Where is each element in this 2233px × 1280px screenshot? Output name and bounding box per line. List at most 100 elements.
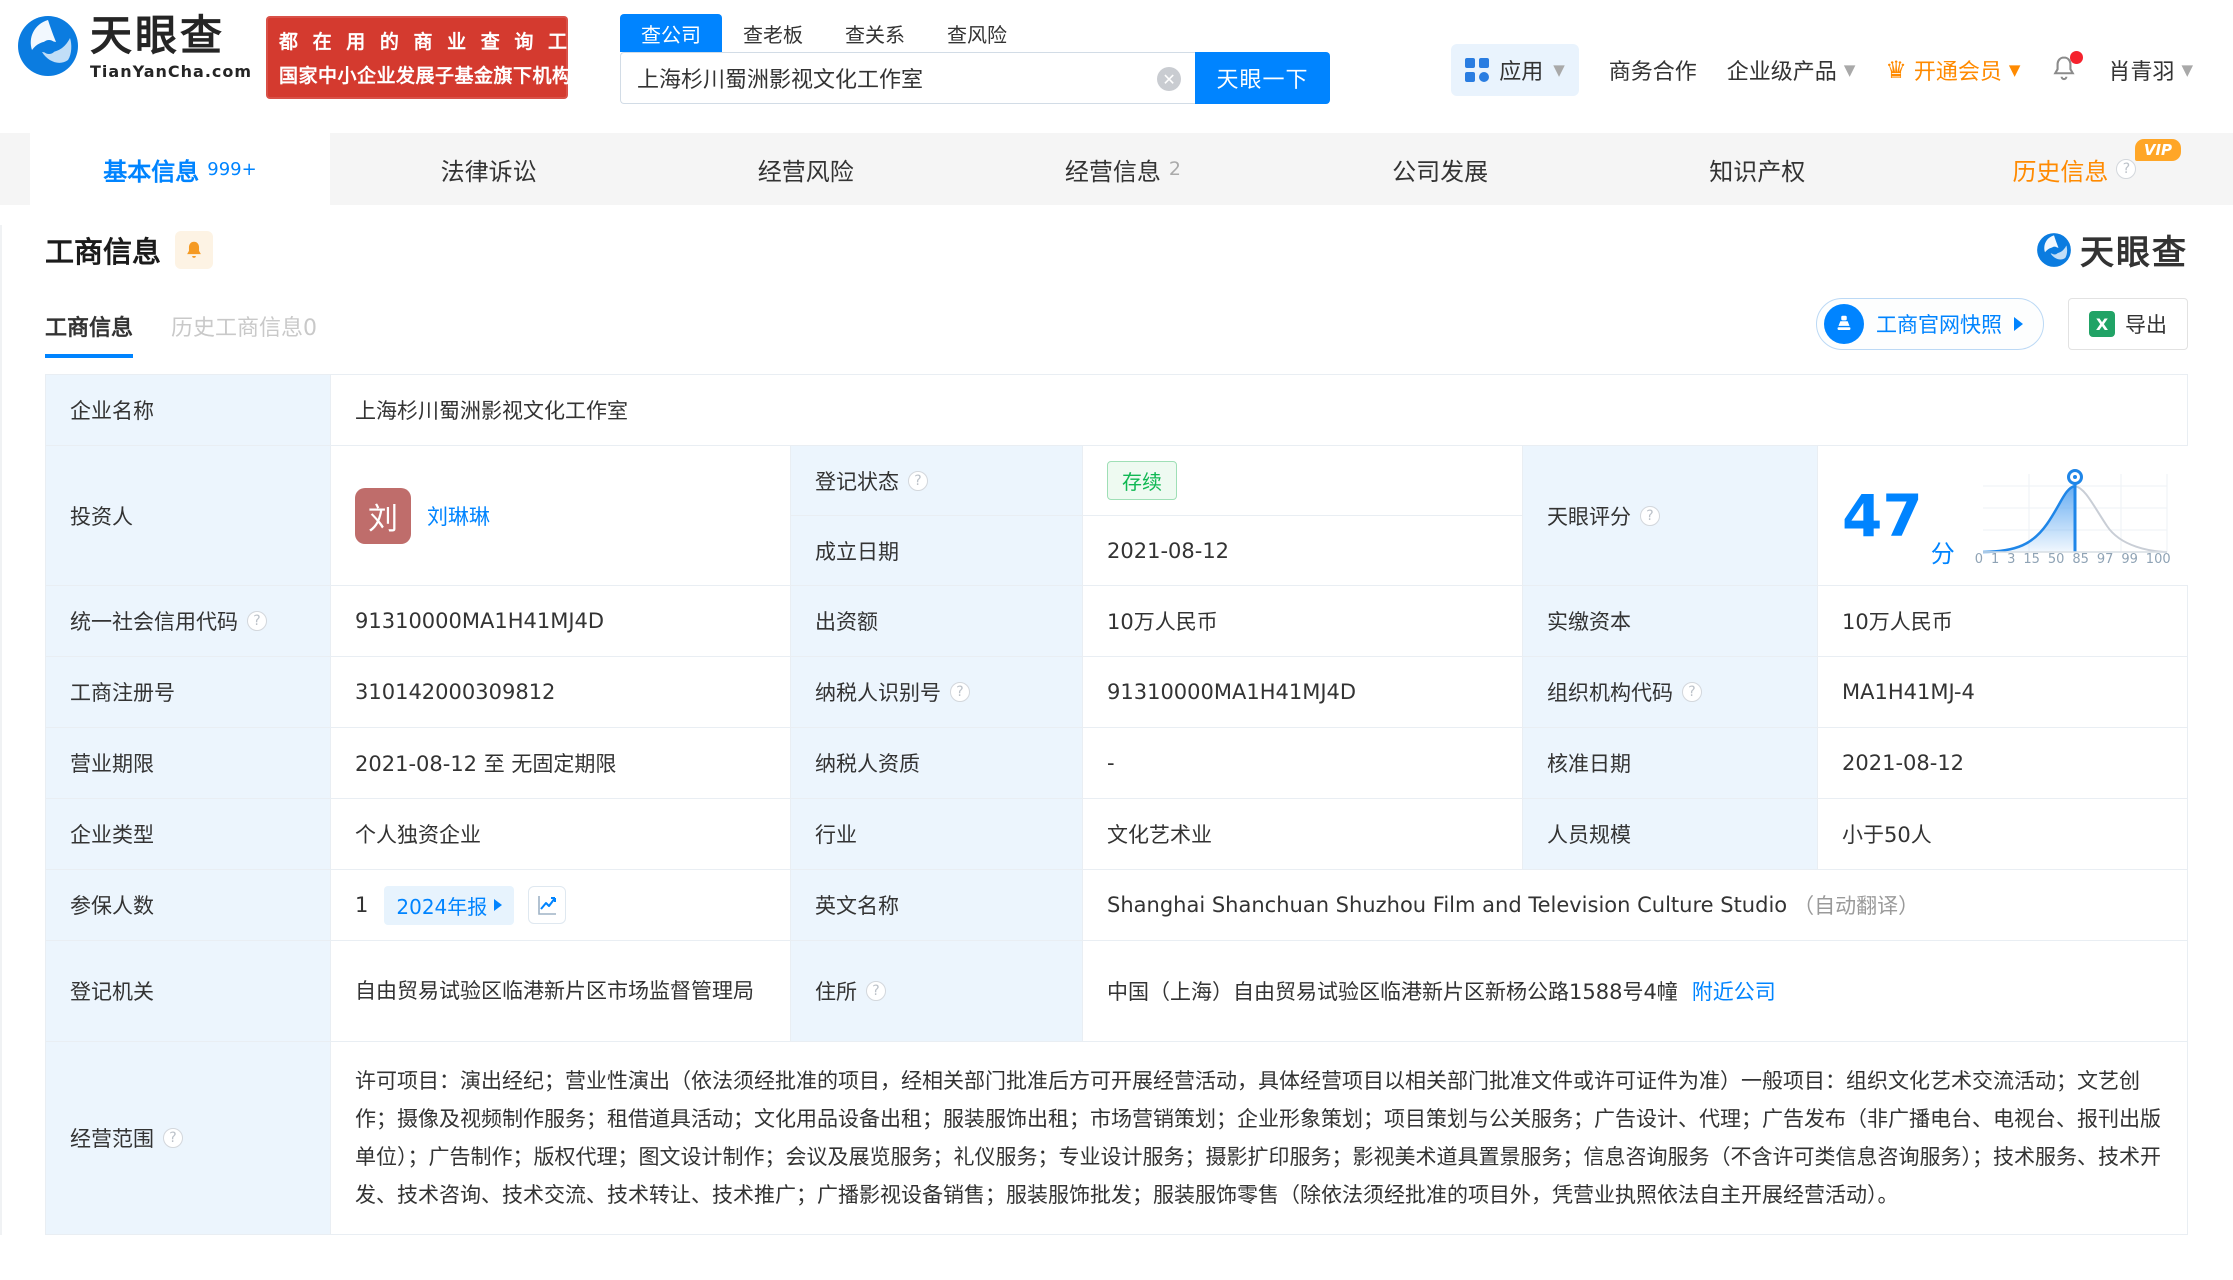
score-axis-ticks: 0 1 3 15 50 85 97 99 100: [1974, 552, 2171, 567]
notification-bell-icon[interactable]: [2050, 51, 2084, 86]
annual-report-badge[interactable]: 2024年报: [384, 885, 515, 925]
credit-code-value: 91310000MA1H41MJ4D: [331, 586, 791, 656]
field-label: 纳税人识别号 ?: [791, 657, 1083, 727]
capital-value: 10万人民币: [1083, 586, 1523, 656]
chevron-down-icon: ▼: [1553, 61, 1565, 79]
org-code-value: MA1H41MJ-4: [1818, 657, 2187, 727]
subtab-history-business-info[interactable]: 历史工商信息0: [171, 310, 317, 358]
address-cell: 中国（上海）自由贸易试验区临港新片区新杨公路1588号4幢 附近公司: [1083, 941, 2187, 1041]
help-icon[interactable]: ?: [163, 1128, 183, 1148]
table-row: 统一社会信用代码 ? 91310000MA1H41MJ4D 出资额 10万人民币…: [46, 586, 2187, 657]
insured-cell: 1 2024年报: [331, 870, 791, 940]
tianyancha-logo[interactable]: 天眼查 TianYanCha.com: [16, 14, 252, 82]
logo-domain: TianYanCha.com: [90, 62, 253, 81]
field-label: 投资人: [46, 446, 331, 585]
export-button[interactable]: X 导出: [2068, 298, 2188, 350]
tab-operation-info[interactable]: 经营信息 2: [964, 133, 1281, 205]
help-icon[interactable]: ?: [1682, 682, 1702, 702]
field-label: 行业: [791, 799, 1083, 869]
search-tabs: 查公司 查老板 查关系 查风险: [620, 14, 1330, 52]
nav-enterprise-products[interactable]: 企业级产品 ▼: [1727, 54, 1856, 86]
nearby-companies-link[interactable]: 附近公司: [1692, 976, 1776, 1006]
table-row: 参保人数 1 2024年报 英文名称 Shanghai Shanchuan Sh…: [46, 870, 2187, 941]
table-row: 营业期限 2021-08-12 至 无固定期限 纳税人资质 - 核准日期 202…: [46, 728, 2187, 799]
search-tab-company[interactable]: 查公司: [620, 14, 723, 52]
business-info-table: 企业名称 上海杉川蜀洲影视文化工作室 投资人 刘 刘琳琳 登记状态 ? 存续 成…: [45, 374, 2199, 1235]
help-icon[interactable]: ?: [908, 470, 928, 491]
help-icon[interactable]: ?: [247, 611, 267, 631]
reg-number-value: 310142000309812: [331, 657, 791, 727]
help-icon[interactable]: ?: [866, 981, 886, 1001]
score-cell: 47 分 0 1 3 15 50 85 97 99 100: [1818, 446, 2199, 585]
apps-grid-icon: [1465, 58, 1490, 82]
score-distribution-chart: 0 1 3 15 50 85 97 99 100: [1975, 464, 2175, 567]
tab-basic-info[interactable]: 基本信息 999+: [30, 133, 330, 205]
status-badge: 存续: [1107, 461, 1177, 500]
approval-date-value: 2021-08-12: [1818, 728, 2187, 798]
help-icon[interactable]: ?: [950, 682, 970, 702]
subtab-business-info[interactable]: 工商信息: [45, 310, 134, 358]
promo-line1: 都 在 用 的 商 业 查 询 工 具: [279, 31, 605, 53]
table-row: 工商注册号 310142000309812 纳税人识别号 ? 91310000M…: [46, 657, 2187, 728]
search-tab-relation[interactable]: 查关系: [824, 14, 926, 52]
field-label: 企业类型: [46, 799, 331, 869]
apps-menu[interactable]: 应用 ▼: [1451, 44, 1579, 96]
subscribe-bell-icon[interactable]: [175, 230, 214, 269]
tab-company-development[interactable]: 公司发展: [1282, 133, 1599, 205]
investor-cell: 刘 刘琳琳: [331, 446, 791, 585]
search-input[interactable]: [621, 53, 1196, 103]
table-row: 投资人 刘 刘琳琳 登记状态 ? 存续 成立日期 2021-08-12 天眼评分…: [46, 446, 2199, 586]
field-label: 登记状态 ?: [791, 446, 1083, 515]
header: 天眼查 TianYanCha.com 都 在 用 的 商 业 查 询 工 具 国…: [0, 0, 2233, 133]
official-snapshot-button[interactable]: 工商官网快照: [1816, 298, 2044, 350]
header-nav: 应用 ▼ 商务合作 企业级产品 ▼ ♛ 开通会员 ▼ 肖青羽 ▼: [1451, 44, 2193, 96]
tab-operation-risk[interactable]: 经营风险: [647, 133, 964, 205]
help-icon[interactable]: ?: [1640, 505, 1660, 526]
table-row: 登记机关 自由贸易试验区临港新片区市场监督管理局 住所 ? 中国（上海）自由贸易…: [46, 941, 2187, 1042]
tab-history-info[interactable]: VIP 历史信息 ?: [1916, 133, 2233, 205]
field-label: 企业名称: [46, 375, 331, 445]
tab-legal[interactable]: 法律诉讼: [330, 133, 647, 205]
nav-open-vip[interactable]: ♛ 开通会员 ▼: [1885, 54, 2020, 86]
field-label: 纳税人资质: [791, 728, 1083, 798]
tab-intellectual-property[interactable]: 知识产权: [1599, 133, 1916, 205]
establish-date-value: 2021-08-12: [1083, 516, 1522, 585]
field-label: 天眼评分 ?: [1523, 446, 1818, 585]
reg-authority-value: 自由贸易试验区临港新片区市场监督管理局: [331, 941, 791, 1041]
taxpayer-quality-value: -: [1083, 728, 1523, 798]
staff-size-value: 小于50人: [1818, 799, 2187, 869]
business-scope-text: 许可项目：演出经纪；营业性演出（依法须经批准的项目，经相关部门批准后方可开展经营…: [355, 1069, 2161, 1207]
chevron-down-icon: ▼: [2008, 61, 2021, 79]
field-label: 统一社会信用代码 ?: [46, 586, 331, 656]
search-tab-risk[interactable]: 查风险: [926, 14, 1028, 52]
company-tabbar: 基本信息 999+ 法律诉讼 经营风险 经营信息 2 公司发展 知识产权 VIP…: [0, 133, 2233, 205]
clear-search-icon[interactable]: ✕: [1157, 67, 1182, 91]
investor-link[interactable]: 刘琳琳: [427, 501, 490, 531]
table-row: 经营范围 ? 许可项目：演出经纪；营业性演出（依法须经批准的项目，经相关部门批准…: [46, 1042, 2187, 1235]
english-name-cell: Shanghai Shanchuan Shuzhou Film and Tele…: [1083, 870, 2187, 940]
reg-status-cell: 存续: [1083, 446, 1522, 515]
username: 肖青羽: [2108, 60, 2175, 85]
field-label: 出资额: [791, 586, 1083, 656]
help-icon[interactable]: ?: [2116, 159, 2137, 179]
table-row: 企业名称 上海杉川蜀洲影视文化工作室: [46, 375, 2187, 446]
logo-swirl-icon: [16, 14, 80, 82]
field-label: 人员规模: [1523, 799, 1818, 869]
stamp-icon: [1824, 304, 1864, 344]
search-button[interactable]: 天眼一下: [1195, 52, 1331, 104]
nav-cooperation[interactable]: 商务合作: [1609, 54, 1697, 86]
chevron-down-icon: ▼: [2181, 61, 2193, 79]
business-scope-cell: 许可项目：演出经纪；营业性演出（依法须经批准的项目，经相关部门批准后方可开展经营…: [331, 1042, 2187, 1234]
auto-translate-note: （自动翻译）: [1793, 894, 1920, 918]
search-tab-boss[interactable]: 查老板: [722, 14, 824, 52]
logo-title: 天眼查: [90, 11, 226, 60]
field-label: 住所 ?: [791, 941, 1083, 1041]
investor-avatar[interactable]: 刘: [355, 487, 411, 544]
field-label: 核准日期: [1523, 728, 1818, 798]
field-label: 实缴资本: [1523, 586, 1818, 656]
trend-chart-icon[interactable]: [528, 886, 567, 924]
field-label: 经营范围 ?: [46, 1042, 331, 1234]
user-menu[interactable]: 肖青羽 ▼: [2108, 54, 2193, 86]
field-label: 成立日期: [791, 516, 1083, 585]
industry-value: 文化艺术业: [1083, 799, 1523, 869]
